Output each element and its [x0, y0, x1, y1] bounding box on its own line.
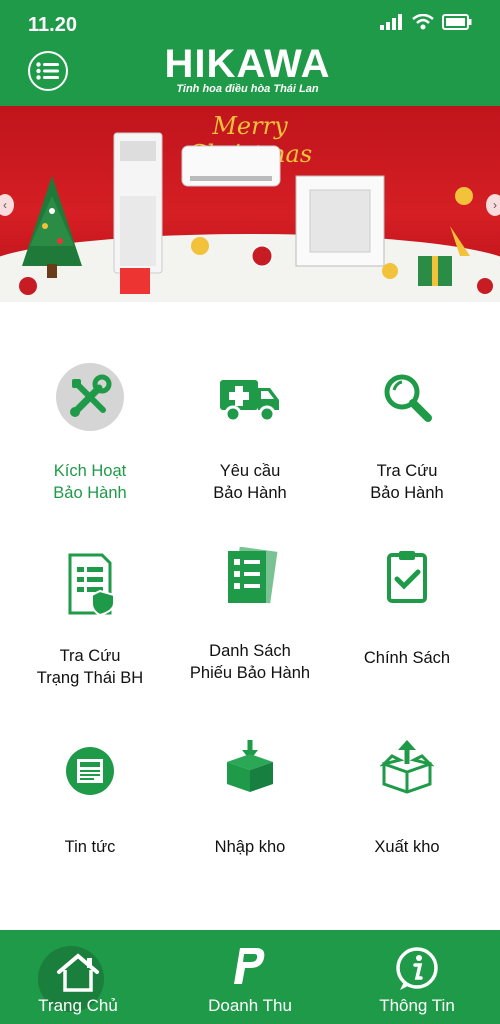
tile-policy[interactable]: Chính Sách: [324, 547, 490, 737]
tile-label-line2: Phiếu Bảo Hành: [189, 664, 311, 682]
tile-activate-warranty[interactable]: Kích Hoạt Bảo Hành: [7, 362, 173, 552]
document-shield-icon: [68, 553, 115, 617]
paypal-icon: [234, 948, 265, 984]
nav-label: Doanh Thu: [208, 996, 292, 1015]
battery-icon: [442, 14, 472, 30]
tile-lookup-warranty[interactable]: Tra Cứu Bảo Hành: [324, 362, 490, 552]
tile-stock-out[interactable]: Xuất kho: [324, 740, 490, 932]
banner-illustration: [19, 132, 493, 295]
bottom-nav: Trang Chủ Doanh Thu Thông Tin: [0, 930, 500, 1024]
status-icons: [380, 14, 472, 30]
clipboard-check-icon: [387, 551, 427, 603]
tile-warranty-list[interactable]: Danh Sách Phiếu Bảo Hành: [167, 547, 333, 737]
checklist-icon: [228, 547, 278, 604]
logo-tagline: Tinh hoa điều hòa Thái Lan: [176, 83, 319, 95]
banner-next-arrow[interactable]: ›: [486, 194, 500, 216]
promo-banner[interactable]: Merry Christmas ‹ ›: [0, 106, 500, 302]
ambulance-icon: [220, 380, 279, 423]
nav-home[interactable]: Trang Chủ: [0, 930, 161, 1024]
tile-label-line2: Bảo Hành: [213, 484, 287, 502]
news-icon: [66, 747, 114, 795]
box-import-icon: [227, 740, 273, 792]
tile-label-line1: Danh Sách: [209, 642, 291, 660]
tile-stock-in[interactable]: Nhập kho: [167, 740, 333, 932]
search-icon: [384, 374, 432, 422]
tile-label-line1: Chính Sách: [363, 649, 451, 667]
tile-label-line2: Trạng Thái BH: [36, 669, 144, 687]
tile-label-line1: Kích Hoạt: [53, 462, 127, 480]
app-header: 11.20 HIKAWA Tinh hoa điều hòa Thái Lan: [0, 0, 500, 106]
tile-label-line2: Bảo Hành: [53, 484, 127, 502]
home-icon: [57, 953, 99, 992]
logo-text: HIKAWA: [164, 42, 331, 86]
status-time: 11.20: [28, 14, 77, 36]
nav-info[interactable]: Thông Tin: [334, 930, 500, 1024]
nav-label: Thông Tin: [379, 996, 455, 1015]
tile-request-warranty[interactable]: Yêu cầu Bảo Hành: [167, 362, 333, 552]
nav-label: Trang Chủ: [38, 996, 118, 1015]
tile-label-line1: Yêu cầu: [219, 462, 281, 480]
wifi-icon: [412, 14, 434, 30]
info-icon: [396, 947, 438, 990]
menu-button[interactable]: [28, 51, 68, 91]
signal-icon: [380, 14, 402, 30]
nav-revenue[interactable]: Doanh Thu: [167, 930, 333, 1024]
tile-label-line1: Tin tức: [64, 838, 116, 856]
tools-icon: [56, 363, 124, 431]
box-export-icon: [380, 740, 434, 794]
menu-grid: Kích Hoạt Bảo Hành Yêu cầu Bảo Hành Tra …: [0, 302, 500, 930]
tile-label-line2: Bảo Hành: [370, 484, 444, 502]
tile-lookup-status[interactable]: Tra Cứu Trạng Thái BH: [7, 547, 173, 737]
tile-label-line1: Xuất kho: [374, 838, 440, 856]
tile-label-line1: Tra Cứu: [59, 647, 121, 665]
menu-icon: [36, 62, 59, 80]
tile-label-line1: Tra Cứu: [376, 462, 438, 480]
tile-label-line1: Nhập kho: [214, 838, 286, 856]
tile-news[interactable]: Tin tức: [7, 742, 173, 932]
brand-logo: HIKAWA Tinh hoa điều hòa Thái Lan: [150, 42, 345, 100]
